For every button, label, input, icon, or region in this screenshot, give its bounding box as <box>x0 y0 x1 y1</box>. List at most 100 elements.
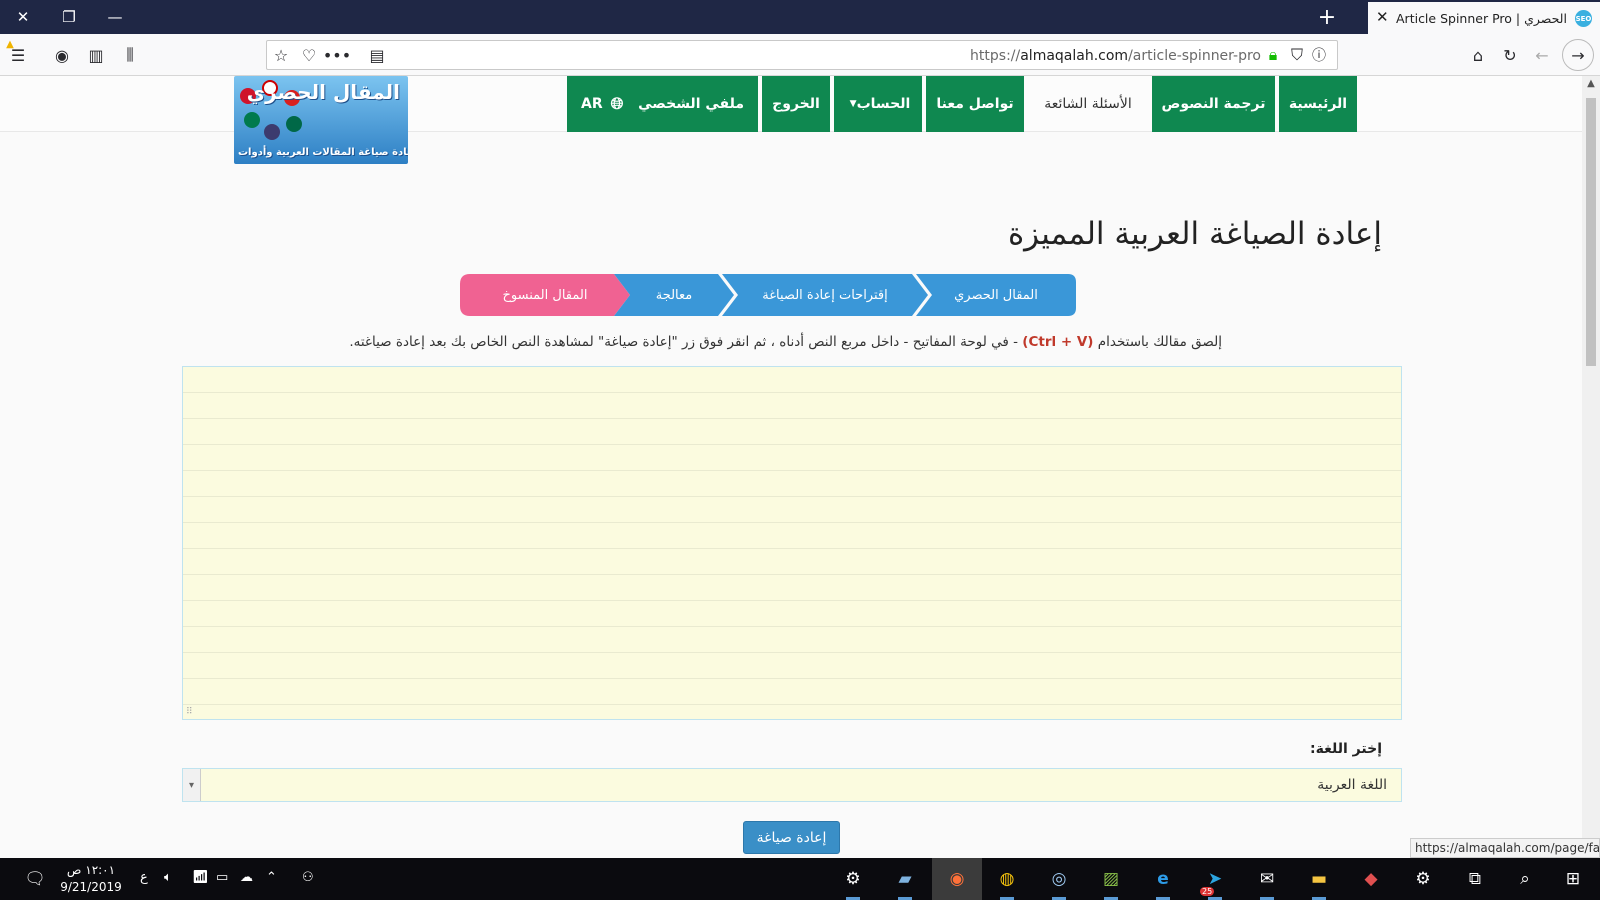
network-icon[interactable]: 📶︎ <box>192 870 209 885</box>
url-text: https://almaqalah.com/article-spinner-pr… <box>970 48 1261 64</box>
step-label: المقال المنسوخ <box>502 287 588 303</box>
paint-app-icon[interactable]: ◆ <box>1358 866 1384 892</box>
logo-title: المقال الحصري <box>246 80 400 104</box>
chevron-up-icon[interactable]: ⌃ <box>266 870 277 885</box>
nav-account[interactable]: الحساب ▼ <box>834 76 922 132</box>
step-label: إقتراحات إعادة الصياغة <box>762 287 888 303</box>
nav-lang-label: AR <box>581 96 603 112</box>
step-exclusive-article: المقال الحصري <box>916 274 1076 316</box>
bookmark-star-icon[interactable]: ☆ <box>269 43 293 67</box>
home-icon[interactable]: ⌂ <box>1466 43 1490 67</box>
start-windows-icon[interactable]: ⊞ <box>1560 866 1586 892</box>
notes-app-icon[interactable]: ▰ <box>892 866 918 900</box>
clock-time: ١٢:٠١ ص <box>66 863 116 877</box>
step-processing: معالجة <box>614 274 734 316</box>
browser-tab[interactable]: ✕ Article Spinner Pro | المقال الحصري SE… <box>1368 2 1600 34</box>
scroll-up-icon[interactable]: ▲ <box>1582 78 1600 89</box>
nav-contact[interactable]: تواصل معنا <box>926 76 1024 132</box>
resize-grip-icon[interactable]: ⠿ <box>186 707 193 717</box>
edge-app-icon[interactable]: e <box>1150 866 1176 900</box>
dropdown-caret-icon: ▼ <box>849 99 857 109</box>
people-icon[interactable]: ⚇ <box>302 870 314 885</box>
firefox-app-icon[interactable]: ◉ <box>932 858 982 900</box>
nav-translate[interactable]: ترجمة النصوص <box>1152 76 1275 132</box>
nav-faq[interactable]: الأسئلة الشائعة <box>1028 76 1148 132</box>
account-icon[interactable]: ◉ <box>50 43 74 67</box>
scrollbar-thumb[interactable] <box>1586 98 1596 366</box>
nav-account-label: الحساب <box>856 96 911 112</box>
library-icon[interactable]: ⫼ <box>118 43 142 67</box>
battery-icon[interactable]: ▭ <box>216 870 228 885</box>
clock-date: 9/21/2019 <box>60 880 122 894</box>
page-title: إعادة الصياغة العربية المميزة <box>1007 216 1382 252</box>
tab-title: Article Spinner Pro | المقال الحصري <box>1396 11 1570 26</box>
rephrase-button[interactable]: إعادة صياغة <box>743 821 840 854</box>
article-textarea[interactable]: ⠿ <box>182 366 1402 720</box>
flag-icon <box>244 112 260 128</box>
language-select[interactable]: ▾ اللغة العربية <box>182 768 1402 802</box>
instr-after: - في لوحة المفاتيح - داخل مربع النص أدنا… <box>349 334 1018 350</box>
nav-profile[interactable]: ملفي الشخصي <box>638 96 744 112</box>
settings-gear-icon[interactable]: ⚙︎ <box>1410 866 1436 892</box>
windows-taskbar: 🗨︎ ١٢:٠١ ص 9/21/2019 ع 🔈︎ 📶︎ ▭ ☁︎ ⌃ ⚇ ⚙︎… <box>0 858 1600 900</box>
nav-home[interactable]: الرئيسية <box>1279 76 1357 132</box>
browser-toolbar: ☰ ▲ ◉ ▥ ⫼ ☆ ♡ ••• ▤ https://almaqalah.co… <box>0 34 1600 76</box>
reload-icon[interactable]: ↻ <box>1498 43 1522 67</box>
minimize-window-icon[interactable]: — <box>92 0 138 34</box>
nav-lang[interactable]: AR 🌐︎ <box>581 94 623 114</box>
status-bar-url: https://almaqalah.com/page/faq <box>1410 838 1600 858</box>
input-language-indicator[interactable]: ع <box>140 870 148 885</box>
lock-icon[interactable]: 🔒︎ <box>1261 43 1285 67</box>
address-bar[interactable]: ☆ ♡ ••• ▤ https://almaqalah.com/article-… <box>266 40 1338 70</box>
action-center-icon[interactable]: 🗨︎ <box>22 866 48 892</box>
instructions-text: إلصق مقالك باستخدام (Ctrl + V) - في لوحة… <box>349 334 1222 350</box>
site-logo[interactable]: المقال الحصري إعادة صياغة المقالات العرب… <box>234 76 408 164</box>
globe-app-icon[interactable]: ◎ <box>1046 866 1072 900</box>
flag-icon <box>264 124 280 140</box>
browser-titlebar: ✕ ❐ — + ✕ Article Spinner Pro | المقال ا… <box>0 0 1600 34</box>
task-view-icon[interactable]: ⧉ <box>1462 866 1488 892</box>
telegram-badge: 25 <box>1200 887 1215 896</box>
language-selected-value: اللغة العربية <box>1317 777 1387 793</box>
file-explorer-icon[interactable]: ▬ <box>1306 866 1332 900</box>
language-label: إختر اللغة: <box>1310 741 1382 757</box>
warning-icon: ▲ <box>6 38 14 50</box>
pocket-icon[interactable]: ♡ <box>297 43 321 67</box>
flag-icon <box>286 116 302 132</box>
search-icon[interactable]: ⌕ <box>1512 866 1538 892</box>
mail-app-icon[interactable]: ✉︎ <box>1254 866 1280 900</box>
more-actions-icon[interactable]: ••• <box>323 43 351 67</box>
image-app-icon[interactable]: ▨ <box>1098 866 1124 900</box>
back-icon[interactable]: ← <box>1530 43 1554 67</box>
restore-window-icon[interactable]: ❐ <box>46 0 92 34</box>
chevron-down-icon[interactable]: ▾ <box>183 769 201 801</box>
chrome-app-icon[interactable]: ◍ <box>994 866 1020 900</box>
new-tab-icon[interactable]: + <box>1310 0 1344 34</box>
nav-profile-group: AR 🌐︎ ملفي الشخصي <box>567 76 758 132</box>
close-tab-icon[interactable]: ✕ <box>1376 8 1389 26</box>
sidebar-icon[interactable]: ▥ <box>84 43 108 67</box>
page-scrollbar[interactable]: ▲ <box>1582 76 1600 858</box>
forward-icon[interactable]: → <box>1562 39 1594 71</box>
step-label: معالجة <box>655 287 693 303</box>
step-label: المقال الحصري <box>954 287 1038 303</box>
site-info-icon[interactable]: ⓘ <box>1307 43 1331 67</box>
settings-app-icon[interactable]: ⚙︎ <box>840 866 866 900</box>
tracking-shield-icon[interactable]: ⛉ <box>1285 43 1309 67</box>
reader-view-icon[interactable]: ▤ <box>365 43 389 67</box>
logo-subtitle: إعادة صياغة المقالات العربية وأدوات SEO <box>238 147 408 158</box>
step-copied-article: المقال المنسوخ <box>460 274 630 316</box>
progress-steps: المقال المنسوخ معالجة إقتراحات إعادة الص… <box>460 274 1076 316</box>
close-window-icon[interactable]: ✕ <box>0 0 46 34</box>
globe-icon: 🌐︎ <box>610 94 624 113</box>
instr-before: إلصق مقالك باستخدام <box>1097 334 1222 350</box>
nav-logout[interactable]: الخروج <box>762 76 830 132</box>
taskbar-clock[interactable]: ١٢:٠١ ص 9/21/2019 <box>58 862 124 896</box>
telegram-app-icon[interactable]: ➤ 25 <box>1200 866 1228 900</box>
web-page: الرئيسية ترجمة النصوص الأسئلة الشائعة تو… <box>0 76 1582 858</box>
instr-keys: (Ctrl + V) <box>1022 334 1094 350</box>
onedrive-icon[interactable]: ☁︎ <box>240 870 253 885</box>
step-suggestions: إقتراحات إعادة الصياغة <box>722 274 928 316</box>
favicon-icon: SEO <box>1575 10 1592 27</box>
volume-icon[interactable]: 🔈︎ <box>164 870 172 885</box>
